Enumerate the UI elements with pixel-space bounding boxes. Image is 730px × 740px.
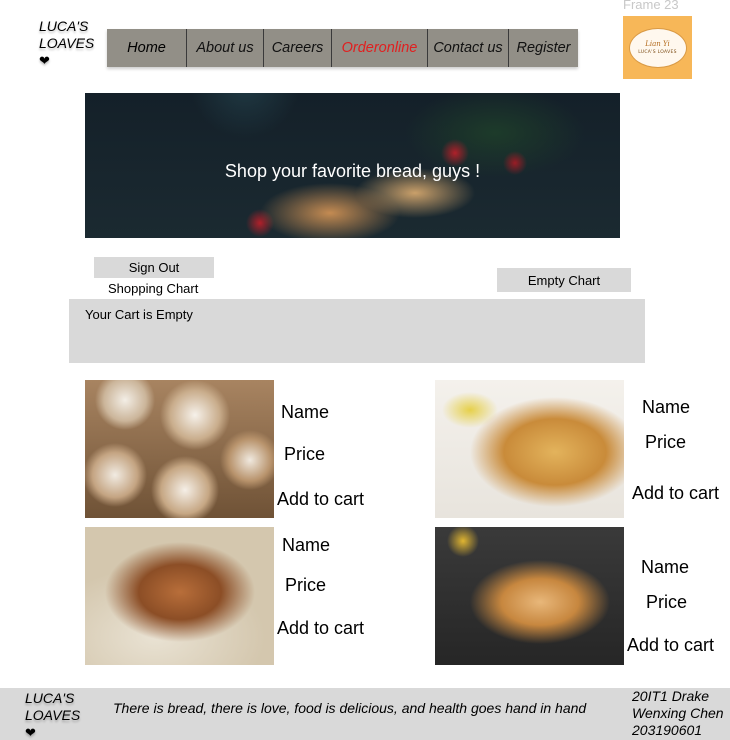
product-3-add-to-cart-button[interactable]: Add to cart [277,618,364,639]
footer-credit: 20IT1 Drake Wenxing Chen 203190601 [632,688,724,739]
nav-home[interactable]: Home [107,29,187,67]
product-1-add-to-cart-button[interactable]: Add to cart [277,489,364,510]
product-4-price: Price [646,592,688,612]
brand-line-2: LOAVES [39,35,95,51]
product-image-2[interactable] [435,380,624,518]
footer-tagline: There is bread, there is love, food is d… [113,700,587,716]
product-image-4[interactable] [435,527,624,665]
product-4-add-to-cart-button[interactable]: Add to cart [627,635,714,656]
brand-line-1: LUCA'S [39,18,89,34]
main-nav: Home About us Careers Orderonline Contac… [107,29,578,67]
product-1-name: Name [281,402,330,422]
sign-out-button[interactable]: Sign Out [94,257,214,278]
logo-badge: Lian Yi LUCA'S LOAVES [628,27,687,68]
cart-panel: Your Cart is Empty [69,299,645,363]
brand-logo-text: LUCA'S LOAVES ❤ [39,18,94,69]
product-1-price: Price [284,444,326,464]
hero-text: Shop your favorite bread, guys ! [224,161,481,181]
heart-icon: ❤ [39,53,50,68]
footer-brand-line-2: LOAVES [25,707,81,723]
product-image-1[interactable] [85,380,274,518]
logo-bottom-text: LUCA'S LOAVES [638,50,677,55]
footer-credit-line-1: 20IT1 Drake [632,688,710,704]
product-image-3[interactable] [85,527,274,665]
nav-careers[interactable]: Careers [264,29,332,67]
product-2-name: Name [642,397,691,417]
hero-banner: Shop your favorite bread, guys ! [85,93,620,238]
nav-register[interactable]: Register [509,29,578,67]
product-3-name: Name [282,535,331,555]
nav-about-us[interactable]: About us [187,29,264,67]
cart-empty-message: Your Cart is Empty [85,307,193,322]
nav-order-online[interactable]: Orderonline [332,29,428,67]
footer-brand-line-1: LUCA'S [25,690,75,706]
nav-contact-us[interactable]: Contact us [428,29,509,67]
shopping-cart-title: Shopping Chart [108,281,199,296]
footer-credit-line-3: 203190601 [632,722,703,738]
product-4-name: Name [641,557,690,577]
logo-top-text: Lian Yi [645,40,670,48]
product-2-add-to-cart-button[interactable]: Add to cart [632,483,719,504]
footer-credit-line-2: Wenxing Chen [632,705,724,721]
empty-cart-button[interactable]: Empty Chart [497,268,631,292]
frame-label: Frame 23 [623,0,679,12]
product-3-price: Price [285,575,327,595]
bakery-logo: Lian Yi LUCA'S LOAVES [623,16,692,79]
footer: LUCA'S LOAVES ❤ There is bread, there is… [0,688,730,740]
footer-brand: LUCA'S LOAVES ❤ [25,690,80,740]
footer-heart-icon: ❤ [25,725,36,740]
product-2-price: Price [645,432,687,452]
